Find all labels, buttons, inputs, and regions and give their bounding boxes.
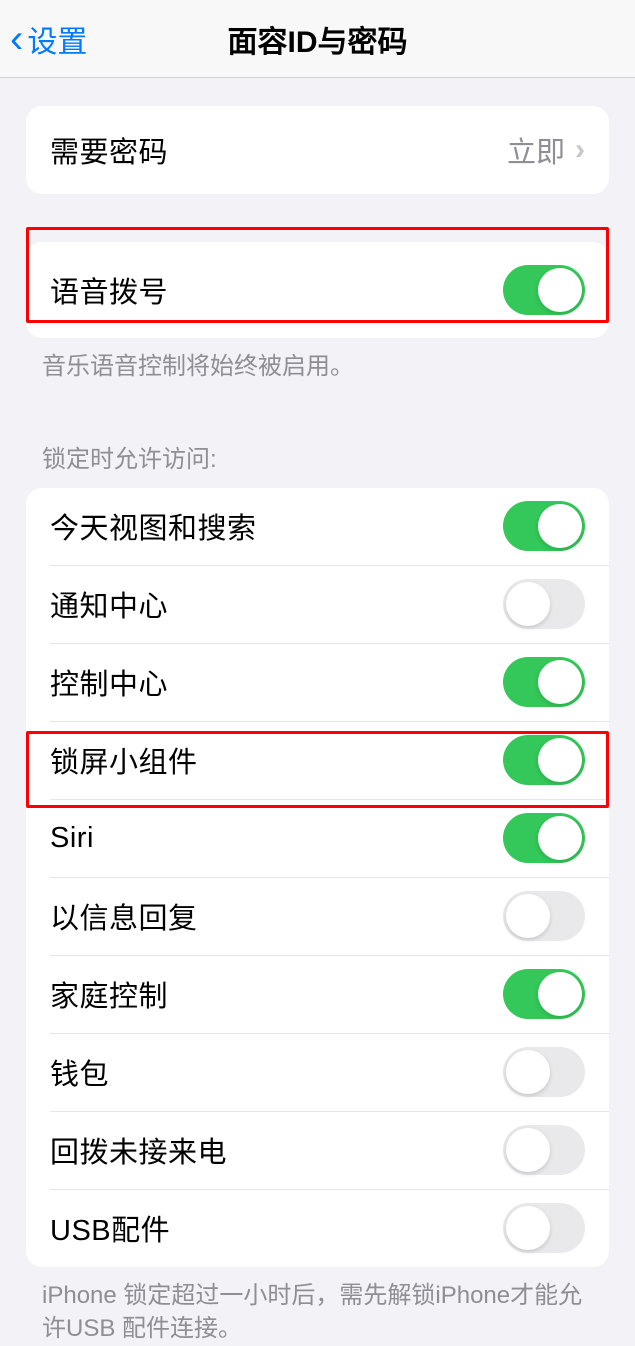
lock-access-item-label: USB配件 bbox=[50, 1207, 170, 1249]
toggle-knob bbox=[506, 894, 550, 938]
require-passcode-row[interactable]: 需要密码 立即 › bbox=[26, 106, 609, 194]
require-passcode-value: 立即 bbox=[507, 129, 565, 171]
voice-dial-row: 语音拨号 bbox=[26, 242, 609, 338]
toggle-knob bbox=[538, 660, 582, 704]
lock-access-header: 锁定时允许访问: bbox=[0, 439, 635, 488]
toggle-knob bbox=[506, 1050, 550, 1094]
lock-access-row: 钱包 bbox=[26, 1034, 609, 1111]
lock-access-row: 以信息回复 bbox=[26, 878, 609, 955]
toggle-knob bbox=[506, 582, 550, 626]
lock-access-toggle[interactable] bbox=[503, 891, 585, 941]
lock-access-toggle[interactable] bbox=[503, 501, 585, 551]
toggle-knob bbox=[538, 738, 582, 782]
navigation-bar: ‹ 设置 面容ID与密码 bbox=[0, 0, 635, 78]
toggle-knob bbox=[538, 268, 582, 312]
lock-access-item-label: 锁屏小组件 bbox=[50, 739, 198, 781]
lock-access-row: 锁屏小组件 bbox=[26, 722, 609, 799]
lock-access-row: 通知中心 bbox=[26, 566, 609, 643]
lock-access-item-label: 回拨未接来电 bbox=[50, 1129, 227, 1171]
toggle-knob bbox=[506, 1206, 550, 1250]
lock-access-row: USB配件 bbox=[26, 1190, 609, 1267]
lock-access-group: 今天视图和搜索通知中心控制中心锁屏小组件 Siri 以信息回复家庭控制钱包回拨未接来… bbox=[26, 488, 609, 1267]
voice-dial-group: 语音拨号 bbox=[26, 242, 609, 338]
lock-access-toggle[interactable] bbox=[503, 1125, 585, 1175]
voice-dial-label: 语音拨号 bbox=[50, 269, 168, 311]
toggle-knob bbox=[538, 504, 582, 548]
lock-access-row: 控制中心 bbox=[26, 644, 609, 721]
lock-access-item-label: 家庭控制 bbox=[50, 973, 168, 1015]
page-title: 面容ID与密码 bbox=[0, 17, 635, 61]
voice-dial-toggle[interactable] bbox=[503, 265, 585, 315]
chevron-right-icon: › bbox=[575, 133, 585, 167]
toggle-knob bbox=[538, 972, 582, 1016]
back-button[interactable]: ‹ 设置 bbox=[10, 17, 87, 61]
lock-access-item-label: 控制中心 bbox=[50, 661, 168, 703]
lock-access-toggle[interactable] bbox=[503, 735, 585, 785]
lock-access-toggle[interactable] bbox=[503, 1203, 585, 1253]
lock-access-row: 家庭控制 bbox=[26, 956, 609, 1033]
chevron-left-icon: ‹ bbox=[10, 19, 23, 59]
lock-access-toggle[interactable] bbox=[503, 969, 585, 1019]
back-label: 设置 bbox=[27, 17, 87, 61]
lock-access-item-label: Siri bbox=[50, 822, 94, 855]
lock-access-row: 今天视图和搜索 bbox=[26, 488, 609, 565]
lock-access-row: 回拨未接来电 bbox=[26, 1112, 609, 1189]
require-passcode-label: 需要密码 bbox=[50, 129, 168, 171]
toggle-knob bbox=[506, 1128, 550, 1172]
toggle-knob bbox=[538, 816, 582, 860]
passcode-group: 需要密码 立即 › bbox=[26, 106, 609, 194]
lock-access-footer: iPhone 锁定超过一小时后，需先解锁iPhone才能允许USB 配件连接。 bbox=[0, 1267, 635, 1346]
lock-access-item-label: 以信息回复 bbox=[50, 895, 198, 937]
lock-access-toggle[interactable] bbox=[503, 579, 585, 629]
lock-access-toggle[interactable] bbox=[503, 813, 585, 863]
voice-dial-footer: 音乐语音控制将始终被启用。 bbox=[0, 338, 635, 384]
lock-access-item-label: 通知中心 bbox=[50, 583, 168, 625]
lock-access-row: Siri bbox=[26, 800, 609, 877]
lock-access-toggle[interactable] bbox=[503, 657, 585, 707]
lock-access-item-label: 钱包 bbox=[50, 1051, 109, 1093]
lock-access-toggle[interactable] bbox=[503, 1047, 585, 1097]
lock-access-item-label: 今天视图和搜索 bbox=[50, 505, 257, 547]
